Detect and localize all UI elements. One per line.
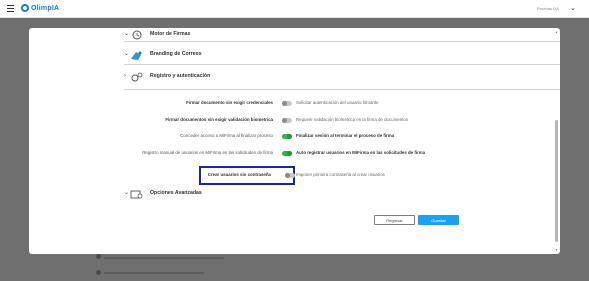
section-label: Motor de Firmas — [150, 30, 191, 37]
divider — [124, 41, 560, 42]
option-left-label: Crear usuarios sin contraseña — [207, 172, 271, 177]
scroll-up-icon[interactable]: ▲ — [555, 30, 558, 34]
toggle-knob — [287, 134, 292, 139]
divider — [124, 64, 560, 65]
toggle-biometric[interactable] — [282, 118, 292, 123]
toggle-knob — [282, 118, 287, 123]
user-name[interactable]: Pruebas QA — [537, 6, 559, 11]
save-button[interactable]: Guardar — [418, 215, 459, 225]
section-label: Registro y autenticación — [150, 72, 211, 79]
section-motor-firmas[interactable]: ⌄ Motor de Firmas — [124, 28, 191, 40]
background-dot — [96, 270, 101, 275]
logo-text: OlimpIA — [31, 4, 60, 12]
toggle-credentials[interactable] — [282, 101, 292, 106]
chevron-down-icon[interactable]: ⌄ — [570, 4, 576, 12]
settings-modal: ⌄ Motor de Firmas ⌄ Branding de Correos … — [29, 28, 560, 254]
back-button[interactable]: Regresar — [374, 215, 415, 225]
toggle-create-without-password[interactable] — [285, 173, 295, 178]
option-right-label: Finalizar sesión al terminar el proceso … — [296, 133, 395, 138]
toggle-knob — [287, 151, 292, 156]
email-branding-icon — [130, 48, 143, 60]
option-right-label: Imponer primera contraseña al crear usua… — [296, 172, 385, 177]
toggle-knob — [282, 101, 287, 106]
section-label: Branding de Correos — [150, 50, 202, 57]
option-right-label: Solicitar autenticación del usuario firm… — [296, 100, 379, 105]
app-header: OlimpIA Pruebas QA ⌄ — [0, 0, 589, 18]
toggle-finish-session[interactable] — [282, 134, 292, 139]
option-right-label: Requerir validación biometrica en la fir… — [296, 117, 409, 122]
option-left-label: Conceder acceso a MiFirma al finalizar p… — [180, 133, 273, 138]
scroll-thumb[interactable] — [555, 120, 558, 242]
section-branding-correos[interactable]: ⌄ Branding de Correos — [124, 48, 202, 60]
logo-mark-icon — [21, 4, 29, 12]
background-dot — [96, 254, 101, 259]
background-row — [104, 272, 204, 274]
section-label: Opciones Avanzadas — [150, 189, 202, 196]
option-left-label: Firmar documentos sin exigir validación … — [165, 117, 273, 122]
toggle-knob — [285, 173, 290, 178]
logo[interactable]: OlimpIA — [21, 4, 59, 12]
toggle-auto-register[interactable] — [282, 151, 292, 156]
option-left-label: Registro manual de usuarios en MiFirma e… — [142, 150, 273, 155]
scroll-down-icon[interactable]: ▼ — [555, 248, 558, 252]
section-opciones-avanzadas[interactable]: ⌄ Opciones Avanzadas — [124, 187, 202, 199]
signature-engine-icon — [130, 28, 143, 40]
section-registro-autenticacion[interactable]: › Registro y autenticación — [124, 70, 211, 82]
option-left-label: Firmar documento sin exigir credenciales — [186, 100, 273, 105]
hamburger-menu-icon[interactable] — [7, 5, 14, 12]
option-right-label: Auto registrar usuarios en MiFirma en la… — [296, 150, 426, 155]
divider — [124, 89, 560, 90]
modal-scrollbar[interactable]: ▲ ▼ — [555, 30, 558, 252]
registration-gears-icon — [130, 70, 143, 82]
advanced-options-icon — [130, 187, 143, 199]
background-row — [104, 257, 224, 259]
